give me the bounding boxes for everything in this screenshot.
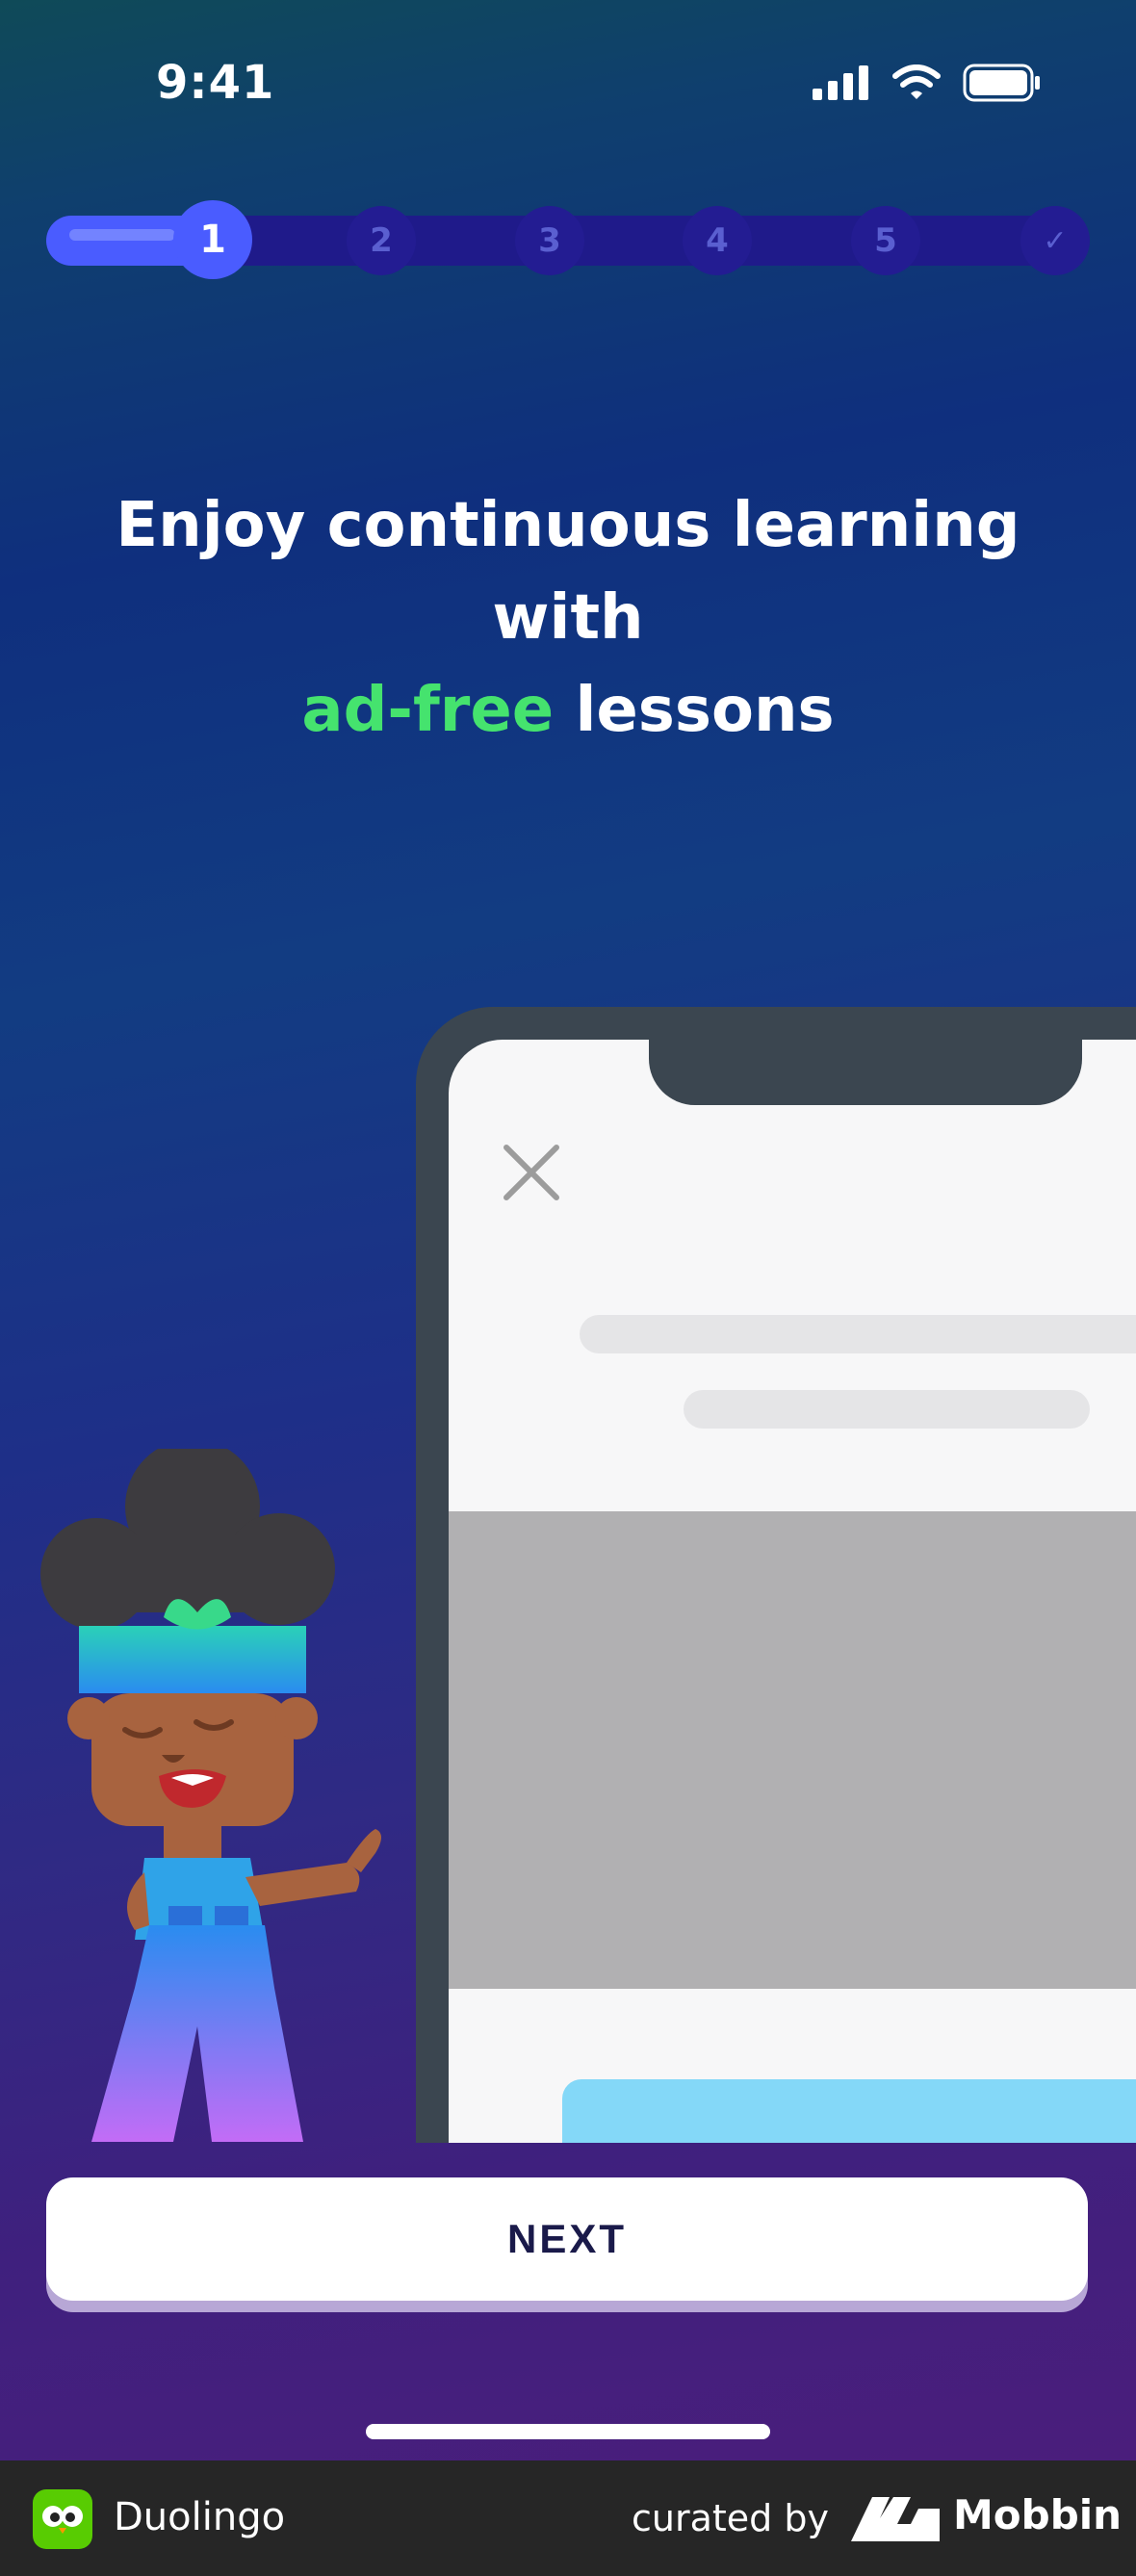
onboarding-screen: 9:41 1 2 3 4 5 ✓ Enjoy continuous learni… [0,0,1136,2460]
curated-by-label: curated by [632,2497,829,2539]
placeholder-block [449,1511,1136,1989]
step-1: 1 [173,200,252,279]
step-3: 3 [515,206,584,275]
headline-highlight: ad-free [301,675,555,746]
phone-cta-placeholder [562,2079,1136,2143]
headline-line2-rest: lessons [554,675,835,746]
skeleton-line [684,1390,1090,1429]
home-indicator [366,2424,770,2439]
close-icon [503,1145,559,1200]
progress-highlight [69,229,175,241]
step-complete-checkmark-icon: ✓ [1020,206,1090,275]
battery-icon [963,64,1040,102]
mobbin-brand: Mobbin [953,2491,1123,2538]
mobbin-logo-icon [851,2497,940,2541]
status-icons [813,64,1042,102]
wifi-icon [892,64,941,99]
skeleton-line [580,1315,1136,1353]
headline: Enjoy continuous learning with ad-free l… [58,479,1078,757]
app-name: Duolingo [114,2495,286,2539]
cellular-signal-icon [813,65,868,100]
headline-line1: Enjoy continuous learning with [116,490,1020,654]
phone-notch [649,1036,1082,1105]
step-5: 5 [851,206,920,275]
status-time: 9:41 [156,56,275,110]
headline-line2: ad-free lessons [58,664,1078,757]
step-2: 2 [347,206,416,275]
next-button[interactable]: NEXT [46,2177,1088,2301]
step-4: 4 [683,206,752,275]
character-illustration [40,1449,381,2142]
duolingo-logo-icon [33,2489,92,2549]
